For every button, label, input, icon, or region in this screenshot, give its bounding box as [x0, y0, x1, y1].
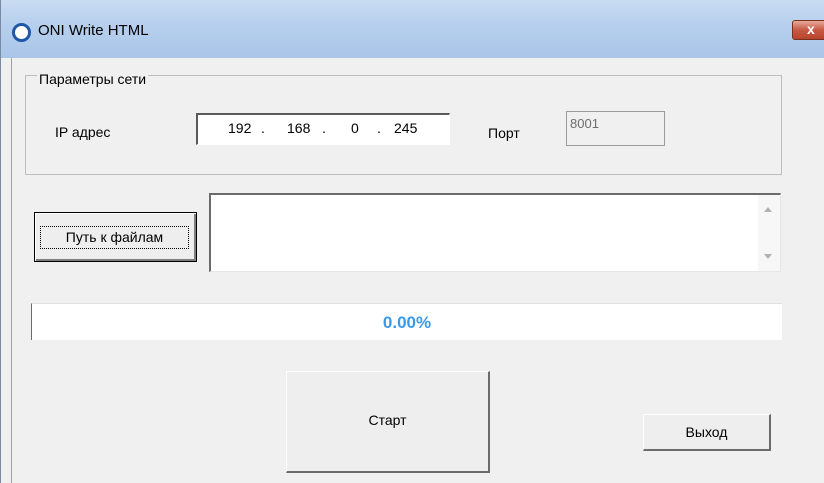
ip-address-input[interactable]: 192 . 168 . 0 . 245 [196, 113, 450, 145]
title-bar[interactable]: ONI Write HTML x [1, 0, 824, 58]
close-icon: x [807, 21, 815, 37]
network-settings-label: Параметры сети [37, 71, 149, 87]
start-button[interactable]: Старт [286, 371, 490, 473]
ip-separator: . [322, 120, 326, 136]
file-path-textarea[interactable] [209, 193, 781, 272]
ip-address-label: IP адрес [55, 124, 111, 140]
ip-separator: . [261, 120, 265, 136]
port-label: Порт [488, 125, 520, 141]
app-window: ONI Write HTML x Параметры сети IP адрес… [0, 0, 824, 483]
progress-bar: 0.00% [31, 303, 782, 340]
ip-octet-1[interactable]: 192 [228, 120, 251, 136]
select-path-button-label: Путь к файлам [40, 226, 189, 249]
scroll-up-icon[interactable] [764, 207, 772, 212]
progress-percent: 0.00% [382, 313, 432, 332]
port-input[interactable]: 8001 [566, 111, 665, 146]
select-path-button[interactable]: Путь к файлам [34, 212, 197, 262]
exit-button[interactable]: Выход [643, 414, 771, 451]
path-scrollbar[interactable] [758, 195, 780, 271]
ip-octet-2[interactable]: 168 [287, 120, 310, 136]
ip-separator: . [377, 120, 381, 136]
window-title: ONI Write HTML [38, 22, 149, 39]
scroll-down-icon[interactable] [764, 254, 772, 259]
ip-octet-3[interactable]: 0 [351, 120, 359, 136]
app-logo-icon [12, 23, 31, 42]
close-button[interactable]: x [792, 20, 824, 40]
ip-octet-4[interactable]: 245 [394, 120, 417, 136]
